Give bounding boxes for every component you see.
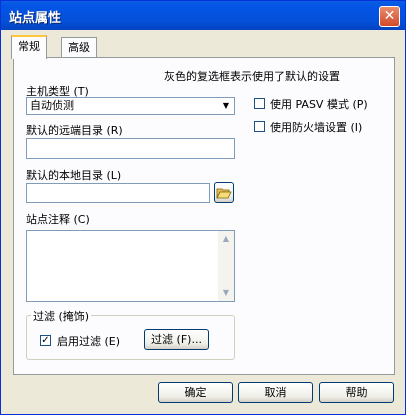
- help-button[interactable]: 帮助: [319, 382, 394, 403]
- local-dir-label: 默认的本地目录 (L): [26, 169, 122, 182]
- scroll-down-icon[interactable]: ▼: [218, 285, 234, 301]
- tab-panel-general: 灰色的复选框表示使用了默认的设置 主机类型 (T) 自动侦测 ▼ 默认的远端目录…: [13, 57, 395, 375]
- firewall-label: 使用防火墙设置 (I): [270, 121, 363, 134]
- close-button[interactable]: ✕: [379, 6, 400, 27]
- checkmark-icon: ✓: [41, 335, 50, 346]
- dialog-footer: 确定 取消 帮助: [1, 377, 405, 414]
- help-button-label: 帮助: [345, 386, 368, 399]
- firewall-checkbox[interactable]: [254, 121, 265, 132]
- tab-advanced-label: 高级: [68, 41, 90, 54]
- comment-scrollbar[interactable]: ▲ ▼: [218, 231, 234, 301]
- title-bar[interactable]: 站点属性 ✕: [1, 1, 405, 30]
- browse-local-dir-button[interactable]: [214, 182, 234, 203]
- close-icon: ✕: [383, 8, 396, 24]
- enable-filter-checkbox[interactable]: ✓: [40, 335, 51, 346]
- enable-filter-label: 启用过滤 (E): [57, 335, 121, 348]
- comment-textarea[interactable]: ▲ ▼: [26, 230, 235, 302]
- local-dir-input[interactable]: [26, 183, 210, 203]
- tab-general[interactable]: 常规: [11, 35, 47, 59]
- host-type-value: 自动侦测: [30, 99, 74, 112]
- ok-button[interactable]: 确定: [158, 382, 233, 403]
- site-properties-dialog: 站点属性 ✕ 常规 高级 灰色的复选框表示使用了默认的设置 主机类型 (T) 自…: [0, 0, 406, 415]
- cancel-button-label: 取消: [264, 386, 287, 399]
- filter-button-label: 过滤 (F)...: [151, 333, 202, 346]
- filter-group: 过滤 (掩饰) ✓ 启用过滤 (E) 过滤 (F)...: [26, 308, 235, 360]
- remote-dir-input[interactable]: [26, 138, 235, 159]
- filter-button[interactable]: 过滤 (F)...: [144, 329, 209, 350]
- ok-button-label: 确定: [184, 386, 207, 399]
- scroll-up-icon[interactable]: ▲: [218, 231, 234, 247]
- tab-advanced[interactable]: 高级: [61, 37, 97, 58]
- window-title: 站点属性: [9, 11, 62, 26]
- cancel-button[interactable]: 取消: [238, 382, 313, 403]
- chevron-down-icon[interactable]: ▼: [219, 99, 233, 113]
- pasv-label: 使用 PASV 模式 (P): [270, 98, 368, 111]
- tab-general-label: 常规: [18, 40, 40, 53]
- pasv-checkbox[interactable]: [254, 98, 265, 109]
- hint-text: 灰色的复选框表示使用了默认的设置: [164, 70, 340, 83]
- remote-dir-label: 默认的远端目录 (R): [26, 124, 123, 137]
- folder-open-icon: [216, 188, 232, 199]
- comment-label: 站点注释 (C): [26, 213, 90, 226]
- filter-group-label: 过滤 (掩饰): [31, 308, 92, 324]
- host-type-select[interactable]: 自动侦测 ▼: [26, 97, 235, 115]
